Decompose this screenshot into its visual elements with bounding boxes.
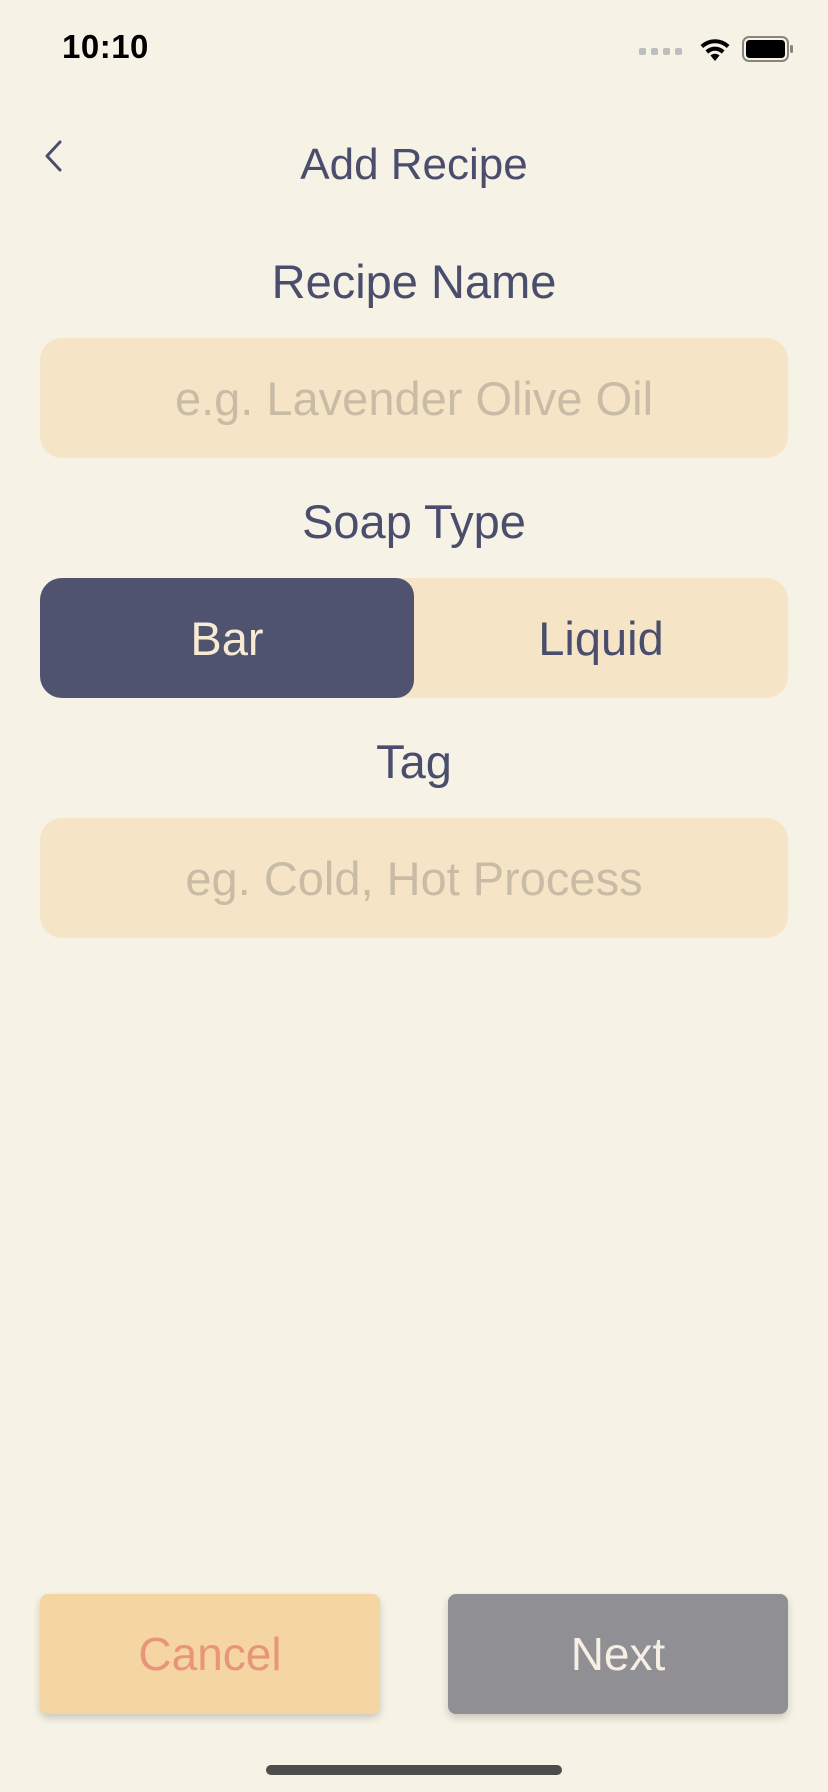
page-title: Add Recipe: [300, 140, 528, 189]
cellular-signal-icon: [639, 48, 682, 55]
recipe-name-label: Recipe Name: [271, 255, 557, 308]
home-indicator[interactable]: [266, 1765, 562, 1775]
cancel-button[interactable]: Cancel: [40, 1594, 380, 1714]
tag-field-container: [40, 817, 788, 939]
next-button[interactable]: Next: [448, 1594, 788, 1714]
soap-type-label: Soap Type: [302, 495, 526, 548]
status-time: 10:10: [62, 28, 149, 65]
soap-type-segmented-control: Bar Liquid: [40, 578, 788, 698]
recipe-name-input[interactable]: [40, 337, 788, 459]
tag-input[interactable]: [40, 817, 788, 939]
tag-label: Tag: [376, 735, 452, 788]
wifi-icon: [698, 36, 732, 67]
soap-type-option-bar[interactable]: Bar: [40, 578, 414, 698]
add-recipe-screen: 10:10 Add Recipe Recipe Name e.g. Lavend…: [0, 0, 828, 1792]
recipe-name-field-container: [40, 337, 788, 459]
soap-type-option-liquid[interactable]: Liquid: [414, 578, 788, 698]
battery-icon: [742, 36, 794, 67]
status-icons: [639, 36, 794, 67]
